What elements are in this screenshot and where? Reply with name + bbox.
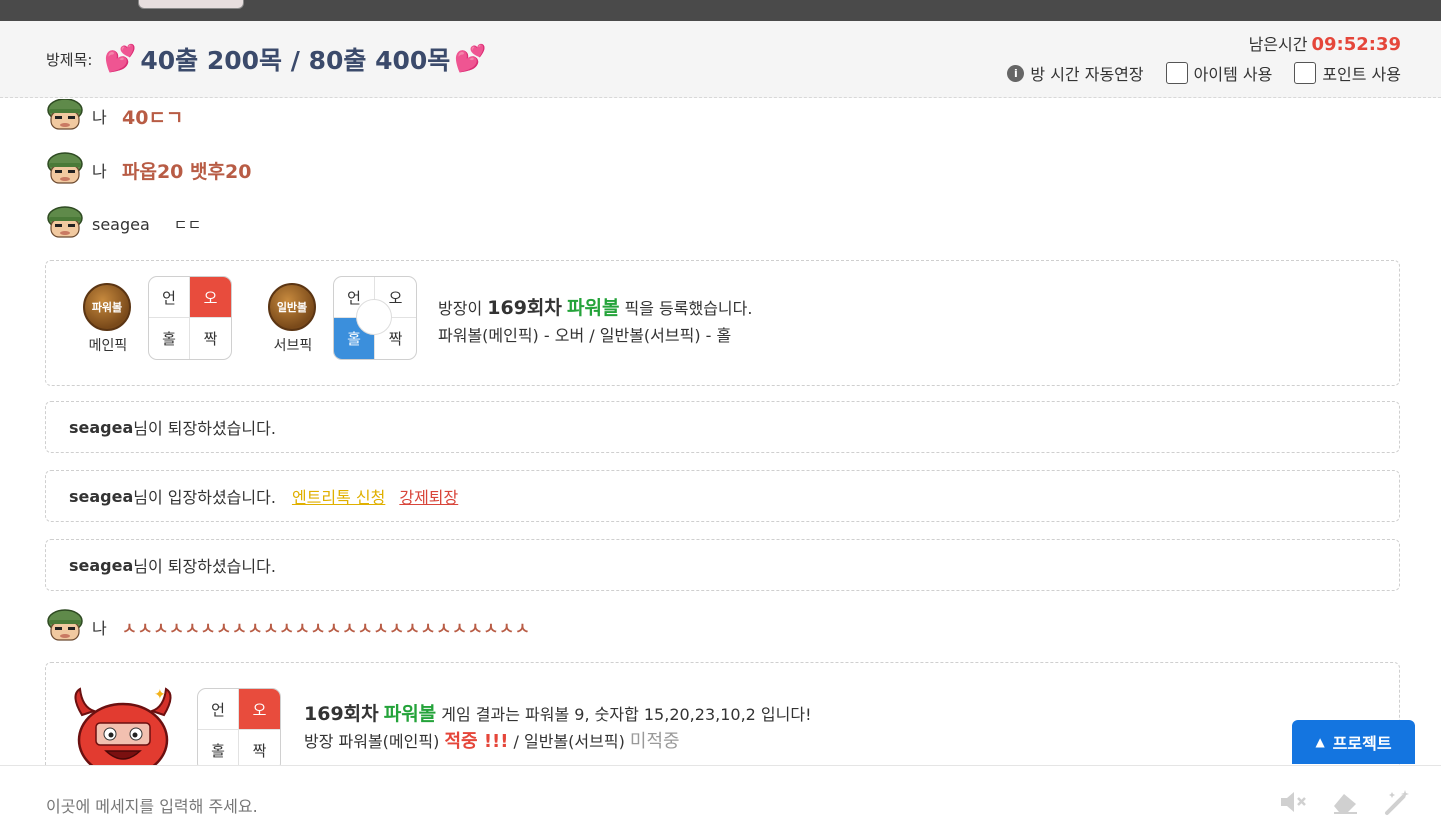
entry-talk-request-link[interactable]: 엔트리톡 신청 [292, 484, 385, 508]
powerball-icon: 파워볼 [83, 283, 131, 331]
chat-log[interactable]: 나 40ㄷㄱ 나 파옵20 뱃후20 seagea ㄷㄷ 파워볼 메인픽 언 오… [0, 99, 1441, 765]
room-header: 방제목: 💕 40출 200목 / 80출 400목 💕 남은시간 09:52:3… [0, 21, 1441, 98]
message-text: ㄷㄷ [173, 215, 202, 234]
room-title: 💕 40출 200목 / 80출 400목 💕 [104, 41, 487, 77]
system-user: seagea [69, 555, 134, 575]
result-grid: 언 오 홀 짝 [197, 688, 281, 765]
item-use-label: 아이템 사용 [1193, 65, 1273, 84]
message-text: ㅅㅅㅅㅅㅅㅅㅅㅅㅅㅅㅅㅅㅅㅅㅅㅅㅅㅅㅅㅅㅅㅅㅅㅅㅅㅅ [122, 619, 531, 638]
pick-registration-card: 파워볼 메인픽 언 오 홀 짝 일반볼 서브픽 언 오 홀 짝 방장이 169회… [45, 260, 1400, 386]
touch-indicator [356, 299, 392, 335]
project-button-label: 프로젝트 [1332, 734, 1392, 753]
pick-message: 방장이 169회차 파워볼 픽을 등록했습니다. 파워볼(메인픽) - 오버 /… [438, 295, 752, 349]
message-text: 파옵20 뱃후20 [122, 160, 252, 183]
svg-text:✦: ✦ [154, 687, 166, 703]
devil-mascot-icon: ✦ [74, 687, 172, 765]
chat-message: 나 ㅅㅅㅅㅅㅅㅅㅅㅅㅅㅅㅅㅅㅅㅅㅅㅅㅅㅅㅅㅅㅅㅅㅅㅅㅅㅅ [46, 608, 531, 646]
remaining-time: 남은시간 09:52:39 [1249, 31, 1401, 55]
video-thumbnail[interactable] [138, 0, 244, 9]
result-suffix: 게임 결과는 파워볼 9, 숫자합 15,20,23,10,2 입니다! [441, 705, 812, 724]
message-text: 40ㄷㄱ [122, 106, 184, 129]
sub-pick-label: 서브픽 [273, 338, 313, 354]
system-text: 님이 퇴장하셨습니다. [133, 557, 276, 576]
auto-extend-option[interactable]: i 방 시간 자동연장 [1007, 61, 1144, 85]
pick-cell-even: 짝 [203, 330, 218, 348]
system-message: seagea 님이 퇴장하셨습니다. [45, 539, 1400, 591]
chat-message: seagea ㄷㄷ [46, 205, 201, 243]
soldier-avatar-icon [47, 99, 83, 130]
result-host-main: 방장 파워볼(메인픽) [304, 732, 440, 751]
room-title-label: 방제목: [46, 51, 93, 69]
soldier-avatar-icon [47, 152, 83, 184]
result-message: 169회차 파워볼 게임 결과는 파워볼 9, 숫자합 15,20,23,10,… [304, 701, 812, 755]
pick-cell-over: 오 [190, 277, 231, 318]
result-round: 169회차 [304, 703, 379, 725]
message-input[interactable]: 이곳에 메세지를 입력해 주세요. [46, 793, 258, 817]
message-author: seagea [92, 214, 150, 234]
game-result-card: ✦ 언 오 홀 짝 169회차 파워볼 게임 결과는 파워볼 9, 숫자합 15… [45, 662, 1400, 765]
normalball-icon: 일반볼 [268, 283, 316, 331]
auto-extend-label: 방 시간 자동연장 [1030, 65, 1144, 84]
main-pick-label: 메인픽 [88, 338, 128, 354]
item-use-checkbox[interactable]: 아이템 사용 [1165, 61, 1273, 85]
eraser-icon[interactable] [1330, 788, 1360, 816]
heart-icon: 💕 [454, 44, 487, 74]
pick-game: 파워볼 [566, 297, 620, 319]
mute-icon[interactable] [1278, 788, 1308, 816]
result-cell-even: 짝 [252, 742, 267, 760]
system-text: 님이 입장하셨습니다. [133, 488, 276, 507]
system-user: seagea [69, 486, 134, 506]
magic-wand-icon[interactable] [1382, 788, 1412, 816]
chat-message: 나 40ㄷㄱ [46, 99, 183, 135]
top-bar [0, 0, 1441, 21]
system-message: seagea 님이 입장하셨습니다. 엔트리톡 신청 강제퇴장 [45, 470, 1400, 522]
checkbox-icon[interactable] [1294, 62, 1317, 84]
remaining-time-label: 남은시간 [1248, 35, 1308, 54]
room-title-text: 40출 200목 / 80출 400목 [140, 46, 451, 75]
result-cell-odd: 홀 [198, 730, 239, 765]
system-message: seagea 님이 퇴장하셨습니다. [45, 401, 1400, 453]
pick-detail: 파워볼(메인픽) - 오버 / 일반볼(서브픽) - 홀 [438, 326, 732, 345]
result-miss: 미적중 [629, 731, 680, 752]
message-author: 나 [92, 619, 107, 638]
result-cell-under: 언 [198, 689, 239, 730]
sub-pick: 일반볼 서브픽 [268, 283, 318, 355]
room-options: i 방 시간 자동연장 아이템 사용 포인트 사용 [1007, 61, 1401, 85]
result-game: 파워볼 [383, 703, 437, 725]
system-text: 님이 퇴장하셨습니다. [133, 419, 276, 438]
soldier-avatar-icon [47, 206, 83, 238]
pick-prefix: 방장이 [438, 299, 483, 318]
message-author: 나 [92, 162, 107, 181]
chat-message: 나 파옵20 뱃후20 [46, 151, 251, 189]
remaining-time-value: 09:52:39 [1311, 34, 1401, 55]
triangle-up-icon: ▲ [1315, 735, 1325, 749]
result-cell-over: 오 [239, 689, 280, 730]
info-icon: i [1007, 64, 1025, 82]
result-hit: 적중 !!! [444, 731, 509, 752]
pick-round: 169회차 [487, 297, 562, 319]
project-button[interactable]: ▲ 프로젝트 [1292, 720, 1415, 764]
pick-suffix: 픽을 등록했습니다. [624, 299, 753, 318]
main-pick: 파워볼 메인픽 [83, 283, 133, 355]
pick-cell-odd: 홀 [149, 318, 190, 359]
message-input-bar: 이곳에 메세지를 입력해 주세요. [0, 765, 1441, 837]
heart-icon: 💕 [104, 44, 137, 74]
point-use-checkbox[interactable]: 포인트 사용 [1294, 61, 1401, 85]
result-host-sub: / 일반볼(서브픽) [513, 732, 625, 751]
force-kick-link[interactable]: 강제퇴장 [399, 484, 458, 508]
point-use-label: 포인트 사용 [1322, 65, 1401, 84]
pick-cell-under: 언 [149, 277, 190, 318]
soldier-avatar-icon [47, 609, 83, 641]
message-author: 나 [92, 108, 107, 127]
system-user: seagea [69, 417, 134, 437]
checkbox-icon[interactable] [1165, 62, 1188, 84]
main-pick-grid: 언 오 홀 짝 [148, 276, 232, 360]
